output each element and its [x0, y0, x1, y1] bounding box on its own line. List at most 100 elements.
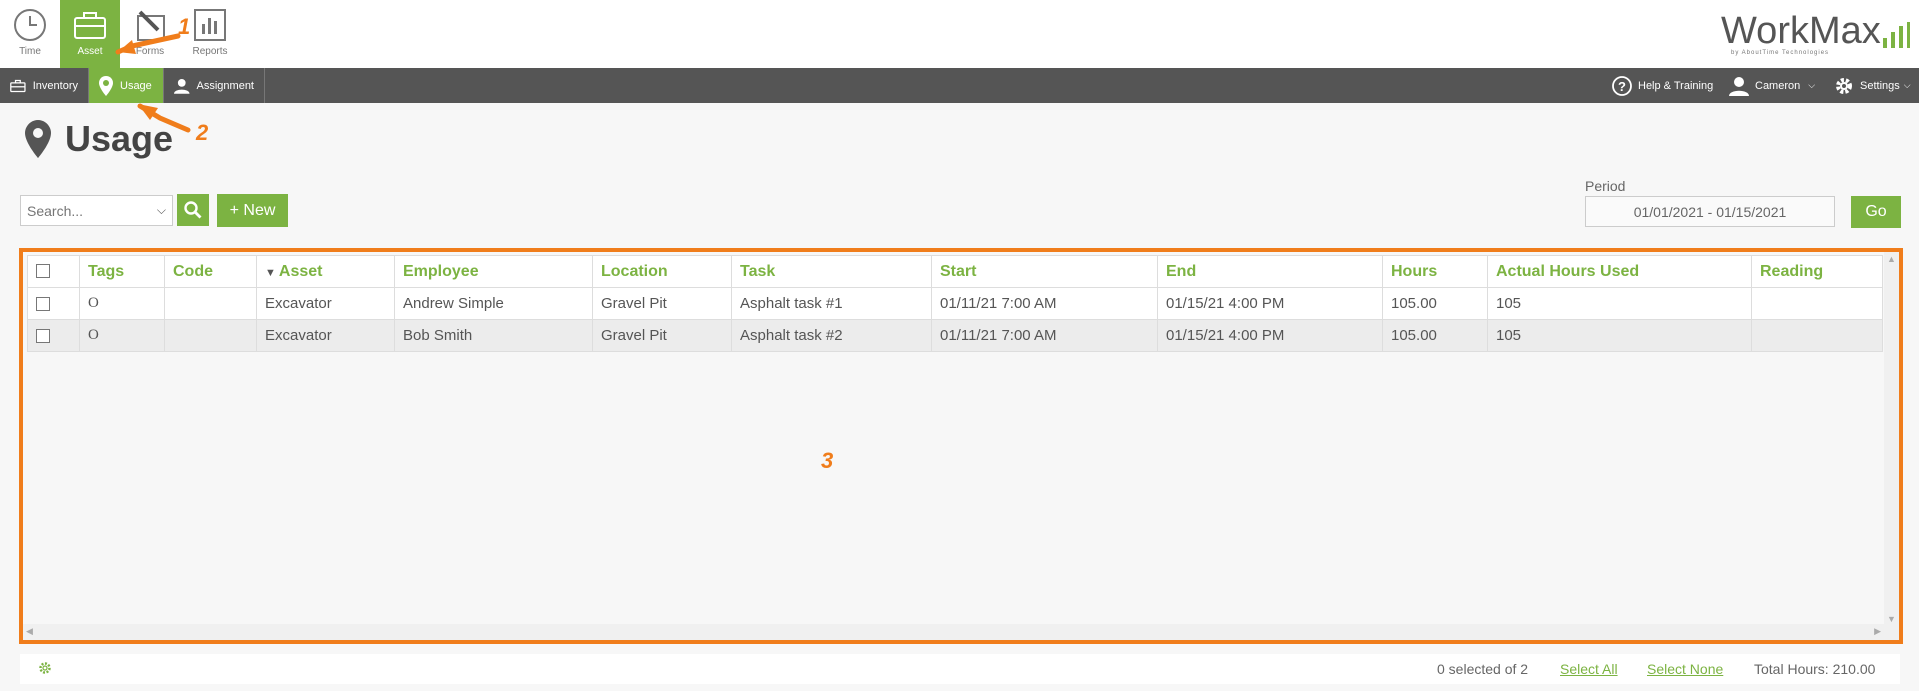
app-time[interactable]: Time — [0, 0, 60, 68]
column-header-location[interactable]: Location — [592, 255, 732, 288]
cell-employee: Andrew Simple — [394, 287, 593, 320]
cell-location: Gravel Pit — [592, 319, 732, 352]
scroll-right-icon[interactable]: ▶ — [1874, 626, 1881, 637]
new-button[interactable]: + New — [217, 194, 288, 227]
row-checkbox[interactable] — [36, 297, 50, 312]
usage-table: Tags Code ▼ Asset Employee Location Task … — [27, 255, 1883, 352]
subnav-item-inventory[interactable]: Inventory — [0, 68, 89, 103]
column-header-hours[interactable]: Hours — [1382, 255, 1488, 288]
sort-desc-icon: ▼ — [265, 266, 276, 279]
scroll-left-icon[interactable]: ◀ — [26, 626, 33, 637]
logo-bars-icon — [1883, 22, 1910, 48]
select-all-checkbox-cell[interactable] — [27, 255, 80, 288]
user-icon — [174, 78, 190, 94]
table-row[interactable]: O Excavator Bob Smith Gravel Pit Asphalt… — [27, 319, 1883, 352]
gear-icon[interactable] — [38, 661, 52, 675]
column-header-actual-hours[interactable]: Actual Hours Used — [1487, 255, 1752, 288]
search-box[interactable]: ⌵ — [20, 195, 173, 226]
user-menu[interactable]: Cameron ⌵ — [1729, 68, 1815, 103]
chevron-down-icon[interactable]: ⌵ — [157, 203, 166, 218]
subnav-item-label: Usage — [120, 79, 152, 92]
column-header-start[interactable]: Start — [931, 255, 1158, 288]
column-header-tags[interactable]: Tags — [79, 255, 165, 288]
pencil-icon — [137, 10, 165, 41]
horizontal-scrollbar[interactable]: ◀ ▶ — [23, 624, 1899, 640]
logo-text: WorkMax — [1721, 10, 1881, 52]
vertical-scrollbar[interactable]: ▲ ▼ — [1884, 252, 1899, 626]
briefcase-icon — [10, 79, 26, 92]
go-button[interactable]: Go — [1851, 196, 1901, 228]
cell-actual-hours: 105 — [1487, 287, 1752, 320]
workmax-logo: WorkMax by AboutTime Technologies — [1721, 10, 1911, 56]
row-checkbox-cell[interactable] — [27, 319, 80, 352]
cell-end: 01/15/21 4:00 PM — [1157, 287, 1383, 320]
user-icon — [1729, 76, 1749, 96]
app-asset[interactable]: Asset — [60, 0, 120, 68]
cell-asset: Excavator — [256, 319, 395, 352]
cell-reading — [1751, 287, 1883, 320]
select-none-link[interactable]: Select None — [1647, 661, 1723, 677]
scroll-up-icon[interactable]: ▲ — [1887, 254, 1896, 264]
cell-location: Gravel Pit — [592, 287, 732, 320]
cell-reading — [1751, 319, 1883, 352]
row-checkbox-cell[interactable] — [27, 287, 80, 320]
svg-text:?: ? — [1618, 79, 1626, 94]
search-input[interactable] — [21, 196, 149, 225]
period-input[interactable]: 01/01/2021 - 01/15/2021 — [1585, 196, 1835, 227]
column-header-code[interactable]: Code — [164, 255, 257, 288]
chevron-down-icon: ⌵ — [1903, 80, 1911, 90]
scroll-down-icon[interactable]: ▼ — [1887, 614, 1896, 624]
total-hours: Total Hours: 210.00 — [1754, 661, 1876, 677]
app-forms[interactable]: Forms — [120, 0, 180, 68]
table-header-row: Tags Code ▼ Asset Employee Location Task … — [27, 255, 1883, 288]
search-button[interactable] — [177, 194, 209, 226]
map-pin-icon — [25, 120, 51, 158]
cell-tag: O — [79, 287, 165, 320]
bar-chart-icon — [194, 9, 226, 41]
callout-3: 3 — [821, 448, 834, 473]
settings-label: Settings — [1860, 79, 1900, 92]
cell-task: Asphalt task #1 — [731, 287, 932, 320]
app-forms-label: Forms — [135, 46, 165, 57]
callout-2: 2 — [196, 120, 209, 145]
help-training-label: Help & Training — [1638, 79, 1714, 92]
subnav-item-label: Inventory — [32, 79, 78, 92]
cell-hours: 105.00 — [1382, 287, 1488, 320]
app-time-label: Time — [19, 46, 41, 57]
cell-employee: Bob Smith — [394, 319, 593, 352]
column-header-reading[interactable]: Reading — [1751, 255, 1883, 288]
logo-subtitle: by AboutTime Technologies — [1731, 50, 1830, 56]
app-reports-label: Reports — [192, 46, 228, 57]
help-circle-icon: ? — [1612, 75, 1632, 96]
cell-start: 01/11/21 7:00 AM — [931, 319, 1158, 352]
cell-task: Asphalt task #2 — [731, 319, 932, 352]
table-row[interactable]: O Excavator Andrew Simple Gravel Pit Asp… — [27, 287, 1883, 320]
select-all-link[interactable]: Select All — [1560, 661, 1618, 677]
user-name: Cameron — [1755, 79, 1801, 92]
select-all-checkbox[interactable] — [36, 264, 50, 279]
row-checkbox[interactable] — [36, 329, 50, 344]
subnav-item-assignment[interactable]: Assignment — [164, 68, 265, 103]
settings-menu[interactable]: Settings ⌵ — [1834, 68, 1911, 103]
help-training-link[interactable]: ? Help & Training — [1612, 68, 1713, 103]
app-asset-label: Asset — [77, 46, 103, 57]
grid-footer: 0 selected of 2 Select All Select None T… — [20, 654, 1900, 684]
map-pin-icon — [99, 75, 113, 96]
cell-start: 01/11/21 7:00 AM — [931, 287, 1158, 320]
chevron-down-icon: ⌵ — [1808, 80, 1816, 90]
cell-tag: O — [79, 319, 165, 352]
subnav-item-label: Assignment — [196, 79, 254, 92]
subnav-item-usage[interactable]: Usage — [89, 68, 164, 103]
column-header-asset-label: Asset — [278, 262, 323, 280]
search-icon — [184, 201, 202, 219]
column-header-asset[interactable]: ▼ Asset — [256, 255, 395, 288]
briefcase-icon — [74, 12, 106, 39]
module-navbar: Inventory Usage Assignment ? Help & Trai… — [0, 68, 1919, 103]
app-bar: Time Asset Forms Reports WorkMax by Abou… — [0, 0, 1919, 68]
column-header-employee[interactable]: Employee — [394, 255, 593, 288]
callout-1: 1 — [178, 14, 191, 39]
cell-hours: 105.00 — [1382, 319, 1488, 352]
column-header-task[interactable]: Task — [731, 255, 932, 288]
column-header-end[interactable]: End — [1157, 255, 1383, 288]
usage-grid: Tags Code ▼ Asset Employee Location Task … — [19, 248, 1903, 644]
